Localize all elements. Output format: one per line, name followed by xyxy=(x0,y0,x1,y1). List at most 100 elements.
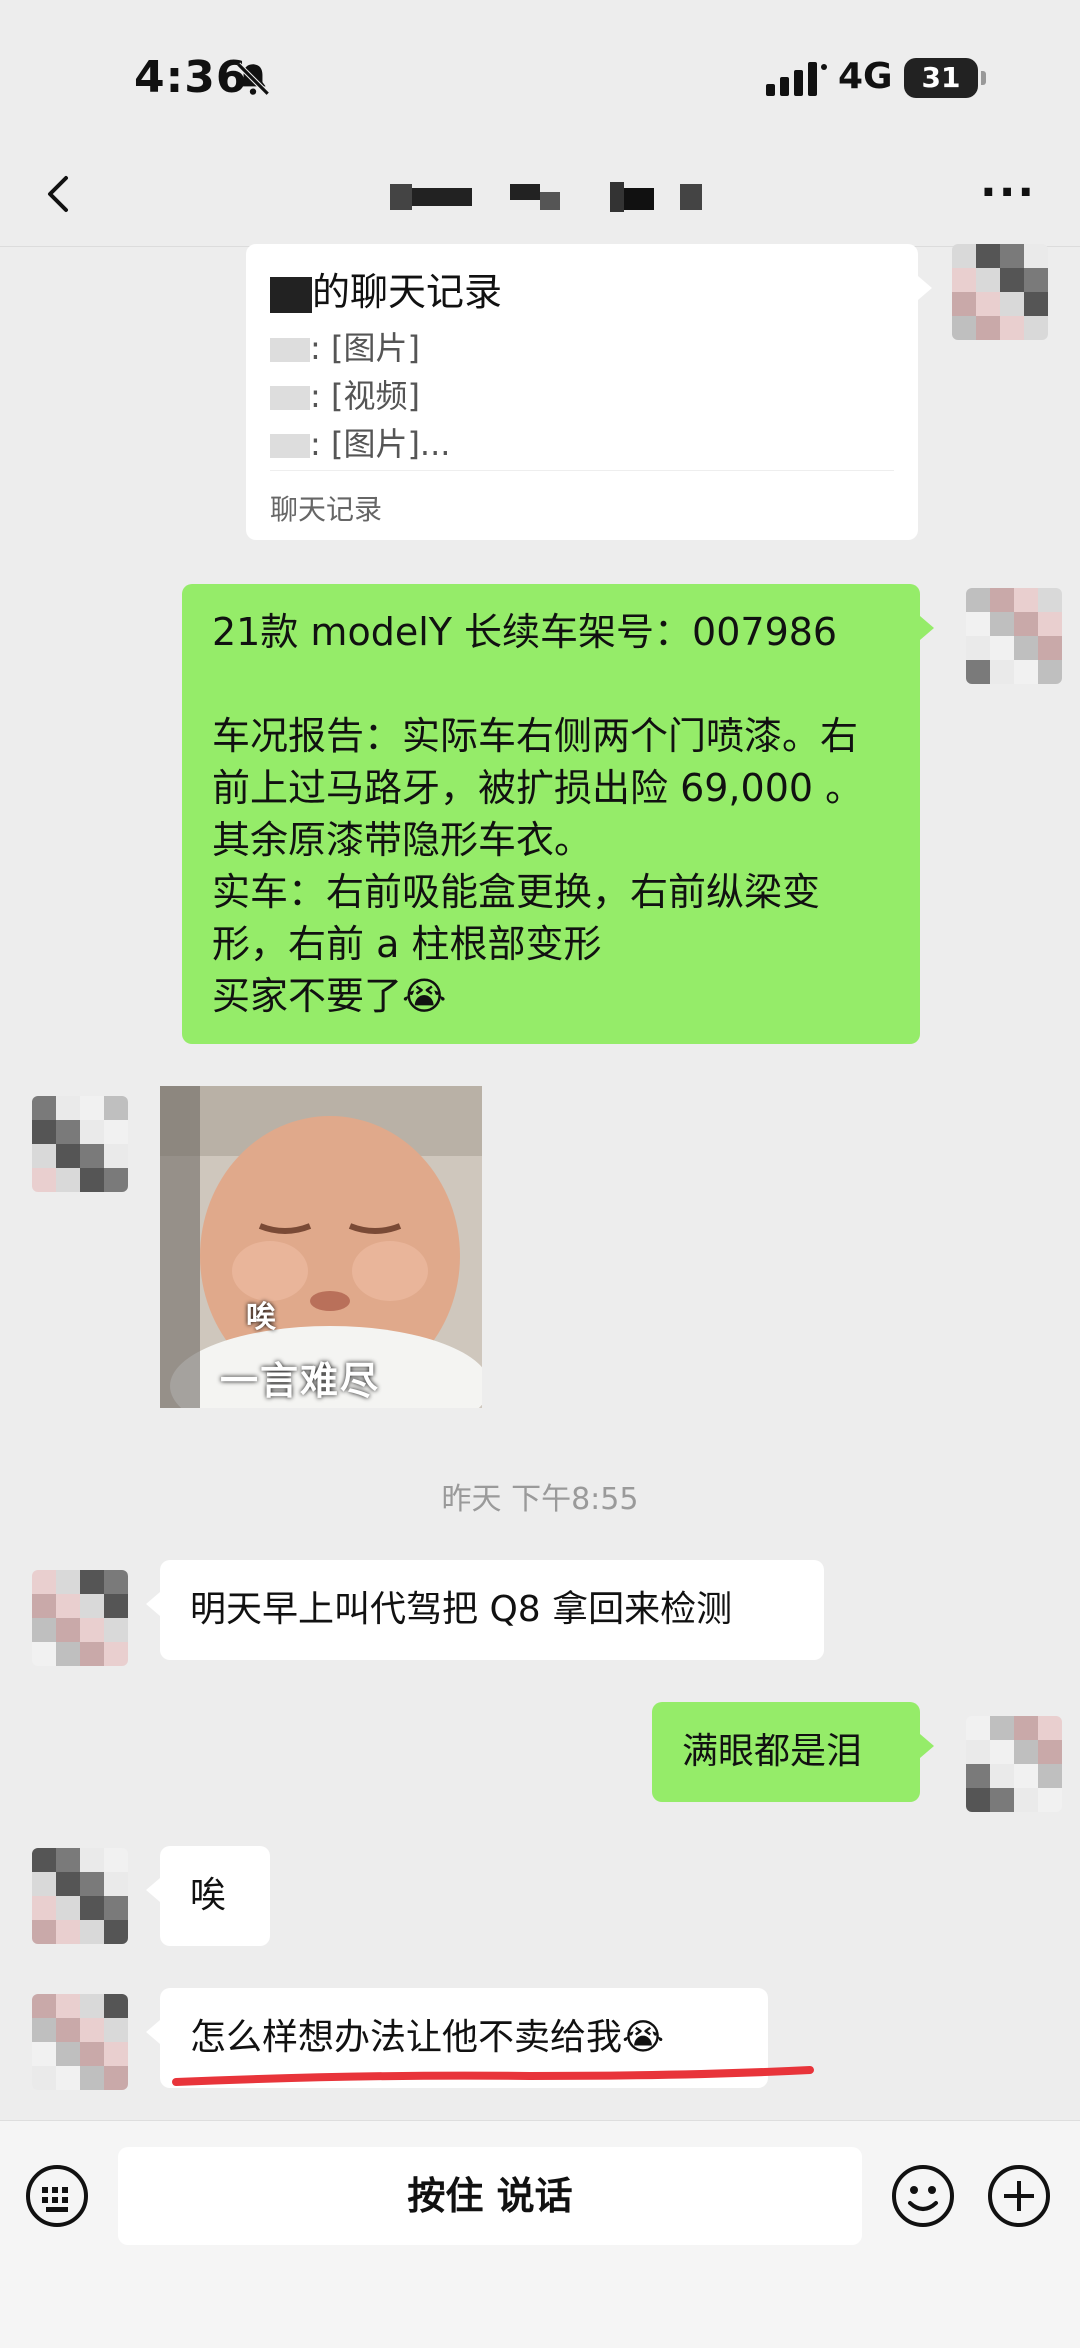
avatar-pixel xyxy=(1038,636,1062,660)
avatar-pixel xyxy=(32,1570,56,1594)
muted-bell-icon xyxy=(236,62,270,96)
emoji-icon[interactable] xyxy=(890,2163,956,2229)
card-footer: 聊天记录 xyxy=(270,493,383,526)
avatar-pixel xyxy=(1038,588,1062,612)
avatar-pixel xyxy=(1014,1740,1038,1764)
message-bubble-received[interactable]: 唉 xyxy=(146,1846,270,1946)
avatar-pixel xyxy=(56,2018,80,2042)
avatar-contact[interactable] xyxy=(32,1848,128,1944)
avatar-self[interactable] xyxy=(952,244,1048,340)
avatar-pixel xyxy=(1000,292,1024,316)
avatar-pixel xyxy=(104,1618,128,1642)
avatar-pixel xyxy=(32,1994,56,2018)
avatar-pixel xyxy=(56,1144,80,1168)
clock: 4:36 xyxy=(134,52,248,103)
avatar-pixel xyxy=(976,292,1000,316)
avatar-pixel xyxy=(104,1570,128,1594)
avatar-pixel xyxy=(32,1594,56,1618)
back-arrow-icon[interactable] xyxy=(30,164,90,224)
card-line: : [视频] xyxy=(270,370,420,422)
avatar-pixel xyxy=(80,1618,104,1642)
forwarded-chat-history-card[interactable]: 的聊天记录 : [图片] : [视频] : [图片]... 聊天记录 xyxy=(246,244,932,540)
avatar-pixel xyxy=(104,1872,128,1896)
avatar-pixel xyxy=(56,1920,80,1944)
avatar-pixel xyxy=(80,1144,104,1168)
battery-indicator: 31 xyxy=(904,58,986,98)
avatar-pixel xyxy=(104,1594,128,1618)
avatar-pixel xyxy=(104,1994,128,2018)
avatar-pixel xyxy=(990,588,1014,612)
avatar-pixel xyxy=(1014,1716,1038,1740)
avatar-pixel xyxy=(952,292,976,316)
avatar-pixel xyxy=(1024,292,1048,316)
avatar-pixel xyxy=(80,1994,104,2018)
message-timestamp: 昨天 下午8:55 xyxy=(441,1482,639,1517)
avatar-pixel xyxy=(1000,244,1024,268)
avatar-pixel xyxy=(80,1642,104,1666)
avatar-contact[interactable] xyxy=(32,1570,128,1666)
avatar-pixel xyxy=(80,1848,104,1872)
avatar-pixel xyxy=(80,2066,104,2090)
avatar-pixel xyxy=(32,1168,56,1192)
avatar-pixel xyxy=(56,1848,80,1872)
avatar-pixel xyxy=(966,1764,990,1788)
avatar-pixel xyxy=(104,2018,128,2042)
avatar-pixel xyxy=(1024,244,1048,268)
avatar-pixel xyxy=(32,1144,56,1168)
avatar-pixel xyxy=(104,1920,128,1944)
avatar-pixel xyxy=(80,1872,104,1896)
avatar-pixel xyxy=(1024,316,1048,340)
avatar-contact[interactable] xyxy=(32,1994,128,2090)
avatar-pixel xyxy=(990,1740,1014,1764)
avatar-pixel xyxy=(952,268,976,292)
avatar-pixel xyxy=(56,2042,80,2066)
avatar-pixel xyxy=(1000,316,1024,340)
avatar-pixel xyxy=(1038,660,1062,684)
sticker-image[interactable]: 唉 一言难尽 xyxy=(160,1086,482,1408)
avatar-pixel xyxy=(1038,1764,1062,1788)
avatar-pixel xyxy=(80,2018,104,2042)
hold-to-talk-button[interactable]: 按住 说话 xyxy=(118,2147,862,2245)
avatar-pixel xyxy=(56,1642,80,1666)
card-title: 的聊天记录 xyxy=(270,266,502,318)
avatar-pixel xyxy=(966,1740,990,1764)
avatar-self[interactable] xyxy=(966,588,1062,684)
card-line: : [图片] xyxy=(270,322,420,374)
avatar-pixel xyxy=(966,612,990,636)
avatar-pixel xyxy=(56,1096,80,1120)
avatar-pixel xyxy=(56,1120,80,1144)
message-bubble-received[interactable]: 明天早上叫代驾把 Q8 拿回来检测 xyxy=(146,1560,824,1660)
message-bubble-sent[interactable]: 21款 modelY 长续车架号：007986 车况报告：实际车右侧两个门喷漆。… xyxy=(182,584,934,1044)
avatar-pixel xyxy=(104,1896,128,1920)
avatar-pixel xyxy=(990,636,1014,660)
avatar-pixel xyxy=(104,1642,128,1666)
avatar-pixel xyxy=(56,1594,80,1618)
avatar-self[interactable] xyxy=(966,1716,1062,1812)
avatar-pixel xyxy=(56,1168,80,1192)
avatar-pixel xyxy=(952,244,976,268)
avatar-contact[interactable] xyxy=(32,1096,128,1192)
red-underline-annotation xyxy=(172,2066,814,2086)
avatar-pixel xyxy=(1000,268,1024,292)
avatar-pixel xyxy=(32,1120,56,1144)
avatar-pixel xyxy=(104,1168,128,1192)
avatar-pixel xyxy=(1038,1788,1062,1812)
avatar-pixel xyxy=(80,2042,104,2066)
avatar-pixel xyxy=(1014,636,1038,660)
avatar-pixel xyxy=(56,1872,80,1896)
keyboard-toggle-icon[interactable] xyxy=(24,2163,90,2229)
redacted-name xyxy=(270,276,312,313)
more-options-button[interactable]: ··· xyxy=(980,171,1036,215)
avatar-pixel xyxy=(104,2066,128,2090)
add-more-icon[interactable] xyxy=(986,2163,1052,2229)
avatar-pixel xyxy=(32,1920,56,1944)
avatar-pixel xyxy=(1038,1716,1062,1740)
avatar-pixel xyxy=(32,2066,56,2090)
avatar-pixel xyxy=(966,1716,990,1740)
avatar-pixel xyxy=(80,1168,104,1192)
message-bubble-sent[interactable]: 满眼都是泪 xyxy=(652,1702,934,1802)
avatar-pixel xyxy=(80,1570,104,1594)
chat-title-redacted xyxy=(390,182,702,212)
avatar-pixel xyxy=(56,1618,80,1642)
sticker-caption-small: 唉 xyxy=(246,1300,276,1335)
